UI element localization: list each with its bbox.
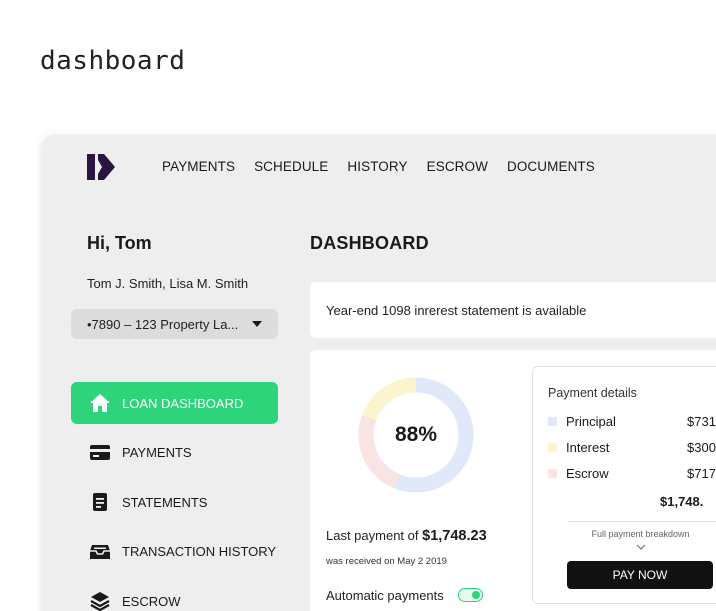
donut-percent-label: 88%	[394, 423, 438, 446]
sidebar-item-escrow[interactable]: ESCROW	[71, 580, 278, 611]
nav-payments[interactable]: PAYMENTS	[162, 159, 235, 174]
last-payment-prefix: Last payment of	[326, 528, 423, 543]
document-icon	[89, 491, 111, 513]
sidebar-item-label: TRANSACTION HISTORY	[122, 544, 277, 559]
inbox-icon	[89, 541, 111, 563]
sidebar-item-transaction-history[interactable]: TRANSACTION HISTORY	[71, 531, 278, 573]
notice-text: Year-end 1098 inrerest statement is avai…	[326, 302, 587, 318]
detail-value: $731.	[687, 414, 716, 429]
nav-escrow[interactable]: ESCROW	[427, 159, 488, 174]
payment-total: $1,748.	[660, 494, 704, 509]
escrow-swatch	[548, 469, 557, 478]
detail-row-principal: Principal $731.	[548, 414, 716, 430]
detail-name: Interest	[566, 440, 610, 455]
top-nav: PAYMENTS SCHEDULE HISTORY ESCROW DOCUMEN…	[162, 159, 614, 174]
page-heading: dashboard	[40, 46, 186, 76]
chevron-down-icon[interactable]	[635, 543, 647, 551]
principal-swatch	[548, 417, 557, 426]
detail-name: Principal	[566, 414, 616, 429]
detail-name: Escrow	[566, 466, 609, 481]
caret-down-icon	[252, 321, 262, 327]
auto-payments-toggle[interactable]	[458, 588, 483, 602]
sidebar-item-label: STATEMENTS	[122, 494, 208, 510]
nav-history[interactable]: HISTORY	[347, 159, 407, 174]
detail-value: $300.	[687, 440, 716, 455]
payment-received-date: was received on May 2 2019	[326, 556, 447, 567]
sidebar-item-label: PAYMENTS	[122, 445, 192, 460]
sidebar-item-statements[interactable]: STATEMENTS	[71, 481, 278, 523]
detail-row-escrow: Escrow $717.	[548, 466, 716, 482]
last-payment: Last payment of $1,748.23	[326, 528, 487, 544]
home-icon	[89, 392, 111, 414]
sidebar-item-label: LOAN DASHBOARD	[122, 395, 244, 411]
full-breakdown-link[interactable]: Full payment breakdown	[568, 529, 713, 539]
app-window: PAYMENTS SCHEDULE HISTORY ESCROW DOCUMEN…	[42, 135, 716, 611]
property-select[interactable]: •7890 – 123 Property La...	[71, 309, 278, 339]
sidebar-item-payments[interactable]: PAYMENTS	[71, 432, 278, 474]
pay-now-button[interactable]: PAY NOW	[567, 561, 713, 589]
sidebar-item-loan-dashboard[interactable]: LOAN DASHBOARD	[71, 382, 278, 424]
brand-logo-icon[interactable]	[87, 154, 115, 180]
sidebar-item-label: ESCROW	[122, 593, 181, 609]
property-select-value: •7890 – 123 Property La...	[87, 316, 239, 332]
detail-value: $717.	[687, 466, 716, 481]
auto-payments-label: Automatic payments	[326, 588, 444, 603]
statement-notice[interactable]: Year-end 1098 inrerest statement is avai…	[310, 282, 716, 338]
nav-schedule[interactable]: SCHEDULE	[254, 159, 328, 174]
interest-swatch	[548, 443, 557, 452]
detail-row-interest: Interest $300.	[548, 440, 716, 456]
nav-documents[interactable]: DOCUMENTS	[507, 159, 595, 174]
card-icon	[89, 442, 111, 464]
greeting: Hi, Tom	[87, 233, 152, 253]
last-payment-amount: $1,748.23	[422, 528, 487, 544]
loan-summary-card: 88% Last payment of $1,748.23 was receiv…	[310, 350, 716, 611]
layers-icon	[89, 590, 111, 611]
toggle-knob	[472, 590, 480, 599]
borrower-names: Tom J. Smith, Lisa M. Smith	[87, 276, 249, 291]
page-title: DASHBOARD	[310, 233, 429, 253]
payment-details-panel: Payment details Principal $731. Interest…	[532, 366, 716, 604]
sidebar-nav: LOAN DASHBOARD PAYMENTS STATEMENTS TRANS…	[71, 382, 278, 611]
divider	[568, 521, 716, 522]
payment-details-title: Payment details	[548, 386, 637, 400]
